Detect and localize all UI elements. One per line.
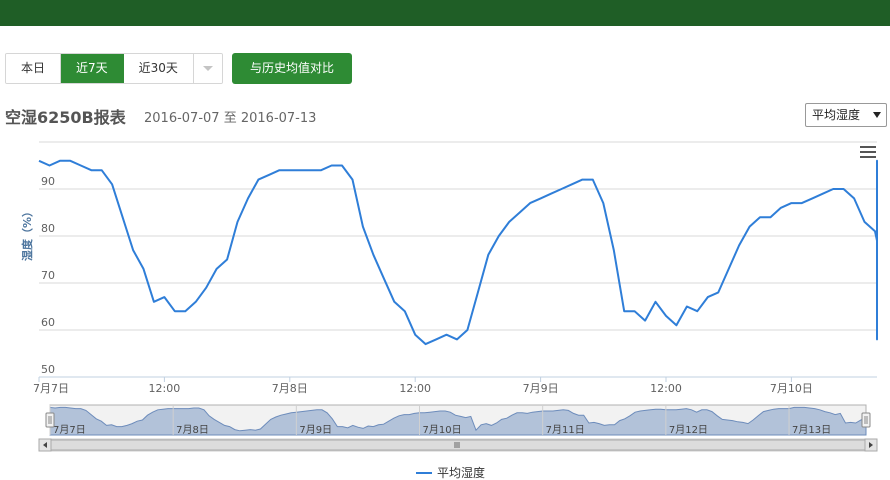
navigator-left-handle[interactable] (45, 412, 55, 428)
navigator-date-label: 7月10日 (423, 424, 462, 436)
x-tick-label: 12:00 (650, 382, 682, 395)
navigator-date-label: 7月7日 (53, 424, 86, 436)
x-tick-label: 7月7日 (33, 382, 69, 395)
x-tick-label: 12:00 (149, 382, 181, 395)
dropdown-arrow-icon (873, 112, 881, 118)
metric-select-value: 平均湿度 (812, 108, 861, 122)
navigator-date-label: 7月8日 (176, 424, 209, 436)
navigator-date-label: 7月12日 (669, 424, 708, 436)
chart-legend-item[interactable]: 平均湿度 (416, 464, 485, 480)
chevron-down-icon (202, 66, 213, 71)
legend-line-swatch (416, 471, 432, 474)
x-tick-label: 7月8日 (272, 382, 308, 395)
date-start: 2016-07-07 (144, 111, 220, 126)
y-tick-label: 60 (41, 316, 55, 329)
period-dropdown-button[interactable] (193, 54, 222, 83)
date-end: 2016-07-13 (240, 111, 317, 126)
chart-menu-icon[interactable] (860, 146, 876, 159)
toolbar: 本日 近7天 近30天 与历史均值对比 (5, 53, 352, 84)
navigator-date-label: 7月11日 (546, 424, 585, 436)
y-tick-label: 70 (41, 269, 55, 282)
date-separator: 至 (223, 111, 237, 126)
navigator-right-handle[interactable] (861, 412, 871, 428)
report-date-range: 2016-07-07 至 2016-07-13 (144, 107, 316, 126)
y-axis-title: 湿度（%） (21, 205, 34, 261)
tab-today[interactable]: 本日 (6, 54, 62, 83)
navigator-date-label: 7月13日 (792, 424, 831, 436)
y-tick-label: 90 (41, 175, 55, 188)
scrollbar-thumb[interactable] (50, 439, 866, 451)
legend-label: 平均湿度 (437, 466, 486, 480)
tab-last-7-days[interactable]: 近7天 (61, 54, 124, 83)
compare-history-average-button[interactable]: 与历史均值对比 (231, 53, 352, 84)
report-title: 空湿6250B报表 (5, 108, 126, 127)
x-tick-label: 7月9日 (523, 382, 559, 395)
metric-select[interactable]: 平均湿度 (805, 103, 887, 127)
x-tick-label: 7月10日 (770, 382, 813, 395)
navigator-date-label: 7月9日 (299, 424, 332, 436)
tab-last-30-days[interactable]: 近30天 (123, 54, 194, 83)
y-tick-label: 80 (41, 222, 55, 235)
period-tabs: 本日 近7天 近30天 (5, 53, 223, 84)
series-line-average-humidity (38, 159, 878, 346)
top-header-bar (0, 0, 890, 26)
humidity-chart: 50 60 70 80 90 7月7日 12:00 7月8日 12:00 7月9日 12:00 7月1… (33, 141, 878, 452)
x-tick-label: 12:00 (399, 382, 431, 395)
y-tick-label: 50 (41, 363, 55, 376)
